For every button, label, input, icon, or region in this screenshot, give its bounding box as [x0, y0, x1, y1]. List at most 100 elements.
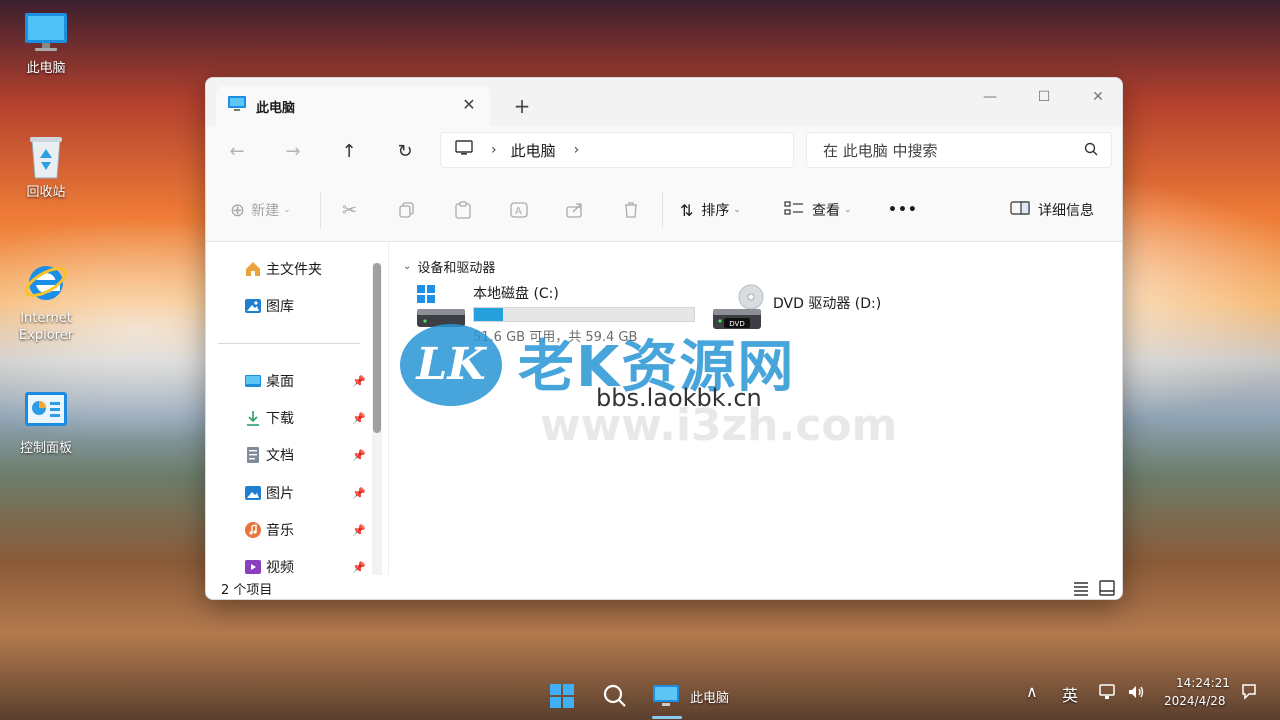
up-arrow-icon[interactable]: ↑ — [335, 138, 363, 166]
internet-explorer-icon — [22, 258, 70, 306]
hard-drive-icon — [415, 283, 473, 333]
add-icon: ⊕ — [230, 199, 246, 221]
sidebar-item-label: 视频 — [266, 560, 294, 575]
paste-icon[interactable] — [454, 198, 472, 222]
copy-icon[interactable] — [398, 198, 416, 222]
pin-icon[interactable]: 📌 — [352, 524, 366, 537]
minimize-button[interactable]: — — [970, 84, 1010, 110]
address-bar[interactable]: › 此电脑 › — [440, 132, 794, 168]
new-tab-button[interactable]: + — [512, 96, 532, 116]
desktop-icon — [244, 372, 262, 390]
network-icon[interactable] — [1098, 682, 1118, 705]
new-label: 新建 — [251, 203, 280, 219]
sort-button[interactable]: ⇅ 排序 ⌄ — [680, 198, 741, 222]
sidebar-item-label: 音乐 — [266, 523, 294, 539]
drive-d[interactable]: DVD DVD 驱动器 (D:) — [711, 283, 881, 333]
drive-usage-fill — [474, 308, 503, 321]
clock-date[interactable]: 2024/4/28 — [1164, 694, 1226, 708]
search-box[interactable]: 在 此电脑 中搜索 — [806, 132, 1112, 168]
notification-icon[interactable] — [1240, 682, 1258, 703]
start-button[interactable] — [548, 680, 576, 712]
desktop-icon-label: 此电脑 — [26, 61, 66, 76]
sidebar-item-label: 下载 — [266, 411, 294, 427]
close-tab-icon[interactable]: ✕ — [460, 96, 478, 114]
refresh-icon[interactable]: ↻ — [391, 138, 419, 166]
details-label: 详细信息 — [1038, 203, 1094, 219]
group-label: 设备和驱动器 — [417, 261, 496, 276]
pin-icon[interactable]: 📌 — [352, 561, 366, 574]
recycle-bin-icon — [22, 132, 70, 180]
music-icon — [244, 521, 262, 539]
breadcrumb-chevron-icon[interactable]: › — [574, 142, 580, 158]
tray-chevron-up-icon[interactable]: ∧ — [1026, 682, 1038, 701]
desktop-icon-control-panel[interactable]: 控制面板 — [10, 388, 82, 457]
tab-title: 此电脑 — [256, 100, 296, 116]
breadcrumb-chevron-icon[interactable]: › — [491, 142, 497, 158]
rename-icon[interactable]: A — [510, 198, 528, 222]
control-panel-icon — [22, 388, 70, 436]
taskbar-app-this-pc[interactable]: 此电脑 — [652, 680, 729, 712]
forward-arrow-icon[interactable]: → — [279, 138, 307, 166]
volume-icon[interactable] — [1126, 682, 1146, 705]
desktop-icon-recycle-bin[interactable]: 回收站 — [10, 132, 82, 201]
sidebar-scrollbar[interactable] — [372, 263, 382, 575]
share-icon[interactable] — [566, 198, 584, 222]
view-button[interactable]: 查看 ⌄ — [784, 198, 852, 222]
command-bar: ⊕ 新建 ⌄ ✂ A ⇅ 排序 ⌄ 查看 ⌄ ••• 详细信息 — [206, 178, 1122, 242]
sidebar-item-downloads[interactable]: 下载 — [244, 406, 294, 430]
search-icon[interactable] — [1083, 141, 1099, 161]
video-icon — [244, 558, 262, 575]
pin-icon[interactable]: 📌 — [352, 375, 366, 388]
pictures-icon — [244, 484, 262, 502]
details-view-icon[interactable] — [1072, 579, 1090, 597]
back-arrow-icon[interactable]: ← — [223, 138, 251, 166]
tab-this-pc[interactable]: 此电脑 ✕ — [216, 86, 490, 126]
sidebar-item-label: 主文件夹 — [266, 262, 322, 278]
new-button[interactable]: ⊕ 新建 ⌄ — [230, 198, 291, 222]
desktop-icon-label: Internet Explorer — [18, 311, 74, 343]
desktop-icon-internet-explorer[interactable]: Internet Explorer — [10, 258, 82, 344]
pc-icon — [455, 140, 473, 160]
drive-size-text: 51.6 GB 可用，共 59.4 GB — [473, 330, 638, 345]
desktop-icon-this-pc[interactable]: 此电脑 — [10, 8, 82, 77]
pin-icon[interactable]: 📌 — [352, 412, 366, 425]
group-header[interactable]: ⌄ 设备和驱动器 — [403, 257, 495, 276]
taskbar-search-icon[interactable] — [602, 680, 628, 712]
monitor-icon — [22, 8, 70, 56]
taskbar-app-label: 此电脑 — [690, 690, 730, 706]
close-window-button[interactable]: ✕ — [1078, 84, 1118, 110]
sidebar-item-videos[interactable]: 视频 — [244, 555, 294, 575]
chevron-down-icon: ⌄ — [283, 205, 291, 215]
item-count: 2 个项目 — [221, 582, 273, 598]
sort-icon: ⇅ — [680, 200, 694, 220]
sidebar-item-music[interactable]: 音乐 — [244, 518, 294, 542]
drive-c[interactable]: 本地磁盘 (C:) 51.6 GB 可用，共 59.4 GB — [415, 283, 695, 345]
pin-icon[interactable]: 📌 — [352, 487, 366, 500]
scrollbar-thumb[interactable] — [373, 263, 381, 433]
active-app-indicator — [652, 716, 682, 719]
details-button[interactable]: 详细信息 — [1010, 198, 1094, 222]
sort-label: 排序 — [701, 203, 730, 219]
desktop-icon-label: 回收站 — [26, 185, 66, 200]
sidebar-item-documents[interactable]: 文档 — [244, 443, 294, 467]
sidebar-divider — [218, 343, 360, 344]
more-options-icon[interactable]: ••• — [888, 198, 918, 222]
clock-time[interactable]: 14:24:21 — [1176, 676, 1230, 690]
taskbar: 此电脑 ∧ 英 14:24:21 2024/4/28 — [0, 672, 1280, 720]
drive-name: DVD 驱动器 (D:) — [773, 296, 882, 312]
cut-icon[interactable]: ✂ — [342, 198, 357, 222]
sidebar-item-desktop[interactable]: 桌面 — [244, 369, 294, 393]
maximize-button[interactable]: ☐ — [1024, 84, 1064, 110]
tiles-view-icon[interactable] — [1098, 579, 1116, 597]
chevron-down-icon: ⌄ — [733, 205, 741, 215]
sidebar-item-home[interactable]: 主文件夹 — [244, 257, 322, 281]
sidebar-item-gallery[interactable]: 图库 — [244, 294, 294, 318]
ime-indicator[interactable]: 英 — [1062, 682, 1078, 706]
dvd-drive-icon: DVD — [711, 283, 773, 333]
sidebar-item-pictures[interactable]: 图片 — [244, 481, 294, 505]
breadcrumb-this-pc[interactable]: 此电脑 — [511, 140, 556, 161]
pin-icon[interactable]: 📌 — [352, 449, 366, 462]
delete-icon[interactable] — [622, 198, 640, 222]
view-icon — [784, 200, 804, 220]
sidebar-item-label: 图库 — [266, 299, 294, 315]
